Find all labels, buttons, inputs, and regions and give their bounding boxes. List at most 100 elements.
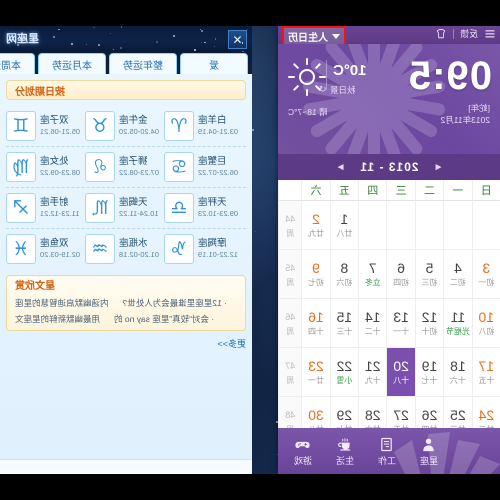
tab-本周运势[interactable]: 本周运势 xyxy=(0,53,35,74)
zodiac-sign-射手座[interactable]: ♐ 射手座 11.23-12.21 xyxy=(6,193,85,223)
calendar-day[interactable]: 18 十六 xyxy=(443,348,472,397)
date-line: 2013年11月2 xyxy=(440,115,490,125)
calendar-day[interactable]: 1 廿八 xyxy=(329,201,359,250)
zodiac-sign-天秤座[interactable]: ♎ 天秤座 09.23-10.23 xyxy=(164,193,243,223)
calendar-day[interactable]: 13 十一 xyxy=(386,299,415,348)
calendar-day[interactable]: 23 廿一 xyxy=(301,348,330,397)
calendar-day[interactable]: 21 十九 xyxy=(358,348,387,397)
calendar-day[interactable]: 8 初六 xyxy=(329,250,359,299)
zodiac-row: ♈ 白羊座 03.21-04.19 ♉ 金牛座 04.20-05.20 ♊ 双子座 05.21-… xyxy=(6,106,246,147)
tab-整年运势[interactable]: 整年运势 xyxy=(109,53,177,74)
prev-month-button[interactable]: ◄ xyxy=(433,162,444,173)
week-number-cell: 46 周 xyxy=(278,299,302,348)
bottom-nav-item-游戏[interactable]: 游戏 xyxy=(282,436,324,467)
tab-本月运势[interactable]: 本月运势 xyxy=(38,53,106,74)
zodiac-meta: 双鱼座 02.19-03.20 xyxy=(40,238,80,260)
bottom-nav-item-工作[interactable]: 工作 xyxy=(366,436,408,467)
calendar-day[interactable]: 4 初二 xyxy=(443,250,472,299)
menu-icon[interactable] xyxy=(484,28,496,40)
day-number: 8 xyxy=(340,260,349,276)
zodiac-sign-摩羯座[interactable]: ♑ 摩羯座 12.22-01.19 xyxy=(164,234,243,264)
tab-爱[interactable]: 爱 xyxy=(180,53,248,74)
calendar-day[interactable]: 17 十五 xyxy=(471,348,500,397)
weekday-header: 六 xyxy=(301,180,330,201)
calendar-day xyxy=(386,201,415,250)
star-dot xyxy=(93,26,95,29)
day-number: 5 xyxy=(425,260,434,276)
zodiac-window: ✕ 星座网 爱整年运势本月运势本周运势星座查询 按日期划分 ♈白羊座03.21-… xyxy=(0,26,252,474)
day-number: 28 xyxy=(364,407,381,423)
next-month-button[interactable]: ► xyxy=(335,162,346,173)
week-number-cell: 44 周 xyxy=(278,201,302,250)
calendar-day[interactable]: 16 十四 xyxy=(301,299,330,348)
zodiac-name: 水瓶座 xyxy=(119,238,148,249)
calendar-titlebar: 反馈 人生日历 xyxy=(278,26,500,47)
zodiac-sign-天蝎座[interactable]: ♏ 天蝎座 10.24-11.22 xyxy=(85,193,164,223)
zodiac-sign-双子座[interactable]: ♊ 双子座 05.21-06.21 xyxy=(6,111,85,141)
lunar-label: 初八 xyxy=(478,327,495,336)
zodiac-meta: 狮子座 07.23-08.22 xyxy=(119,156,159,178)
tip-line-2-right[interactable]: 用最幽默新鲜的星座文 xyxy=(15,313,100,326)
tip-line-2-left[interactable]: · 会对“较真”星座 say no 的 xyxy=(114,313,214,326)
zodiac-sign-处女座[interactable]: ♍ 处女座 08.23-09.22 xyxy=(6,152,85,182)
feedback-label[interactable]: 反馈 xyxy=(460,27,478,41)
refresh-icon[interactable]: ↺ xyxy=(319,84,327,95)
zodiac-sign-双鱼座[interactable]: ♓ 双鱼座 02.19-03.20 xyxy=(6,234,85,264)
zodiac-sign-狮子座[interactable]: ♌ 狮子座 07.23-08.22 xyxy=(85,152,164,182)
calendar-day[interactable]: 22 小雪 xyxy=(329,348,359,397)
calendar-day[interactable]: 5 初三 xyxy=(414,250,444,299)
lunar-label: 十五 xyxy=(478,376,495,385)
star-dot xyxy=(98,44,100,46)
day-number: 1 xyxy=(340,211,349,227)
day-number: 16 xyxy=(308,309,324,325)
zodiac-date-range: 03.21-04.19 xyxy=(198,127,239,136)
zodiac-glyph-icon: ♌ xyxy=(85,152,115,182)
zodiac-meta: 天秤座 09.23-10.23 xyxy=(198,197,238,219)
zodiac-name: 白羊座 xyxy=(198,115,227,126)
week-label: 周 xyxy=(286,278,295,287)
week-label: 周 xyxy=(286,376,295,385)
calendar-day[interactable]: 14 十二 xyxy=(358,299,387,348)
calendar-day[interactable]: 9 初七 xyxy=(301,250,330,299)
lunar-label: 小雪 xyxy=(336,376,353,385)
calendar-day[interactable]: 10 初八 xyxy=(471,299,500,348)
more-link[interactable]: 更多>> xyxy=(6,337,246,350)
document-icon xyxy=(380,436,395,452)
temperature-range: 晴 18~7°C xyxy=(288,107,328,117)
zodiac-sign-金牛座[interactable]: ♉ 金牛座 04.20-05.20 xyxy=(85,111,164,141)
tip-line-1-right[interactable]: 内涵幽默启迪智慧的星座 xyxy=(15,297,109,310)
calendar-day[interactable]: 12 初十 xyxy=(414,299,444,348)
calendar-day[interactable]: 19 十七 xyxy=(414,348,444,397)
zodiac-date-range: 02.19-03.20 xyxy=(40,250,81,259)
calendar-day[interactable]: 6 初四 xyxy=(386,250,415,299)
tip-line-1-left[interactable]: · 12星座里谁最会为人处世? xyxy=(123,297,227,310)
zodiac-glyph-icon: ♏ xyxy=(85,193,115,223)
calendar-day-selected[interactable]: 20 十八 xyxy=(386,348,415,397)
zodiac-row: ♑ 摩羯座 12.22-01.19 ♒ 水瓶座 01.20-02.18 ♓ 双鱼座 02.19-… xyxy=(6,229,246,269)
day-number: 22 xyxy=(336,358,353,374)
zodiac-footer xyxy=(0,459,252,474)
close-icon[interactable]: ✕ xyxy=(228,30,247,49)
zodiac-sign-白羊座[interactable]: ♈ 白羊座 03.21-04.19 xyxy=(164,111,243,141)
zodiac-sign-巨蟹座[interactable]: ♋ 巨蟹座 06.22-07.22 xyxy=(164,152,243,182)
day-number: 29 xyxy=(336,407,353,423)
zodiac-date-range: 11.23-12.21 xyxy=(40,209,80,218)
calendar-day[interactable]: 3 初一 xyxy=(471,250,500,299)
zodiac-sign-水瓶座[interactable]: ♒ 水瓶座 01.20-02.18 xyxy=(85,234,164,264)
zodiac-meta: 天蝎座 10.24-11.22 xyxy=(119,197,158,219)
calendar-day[interactable]: 7 立冬 xyxy=(358,250,387,299)
calendar-bottom-nav: 星座 工作 生活 游戏 xyxy=(278,428,500,474)
bottom-nav-label: 生活 xyxy=(336,455,355,466)
calendar-day[interactable]: 15 十三 xyxy=(329,299,359,348)
bottom-nav-item-星座[interactable]: 星座 xyxy=(408,436,450,467)
week-label: 周 xyxy=(286,229,295,238)
zodiac-date-range: 09.23-10.23 xyxy=(198,209,239,218)
section-header-by-date: 按日期划分 xyxy=(6,80,246,100)
weekday-header: 一 xyxy=(443,180,472,201)
day-number: 4 xyxy=(454,260,462,276)
bottom-nav-item-生活[interactable]: 生活 xyxy=(324,436,366,467)
star-dot xyxy=(120,26,122,28)
skin-icon[interactable] xyxy=(435,28,447,40)
calendar-day[interactable]: 11 光棍节 xyxy=(443,299,472,348)
calendar-day[interactable]: 2 廿九 xyxy=(301,201,330,250)
